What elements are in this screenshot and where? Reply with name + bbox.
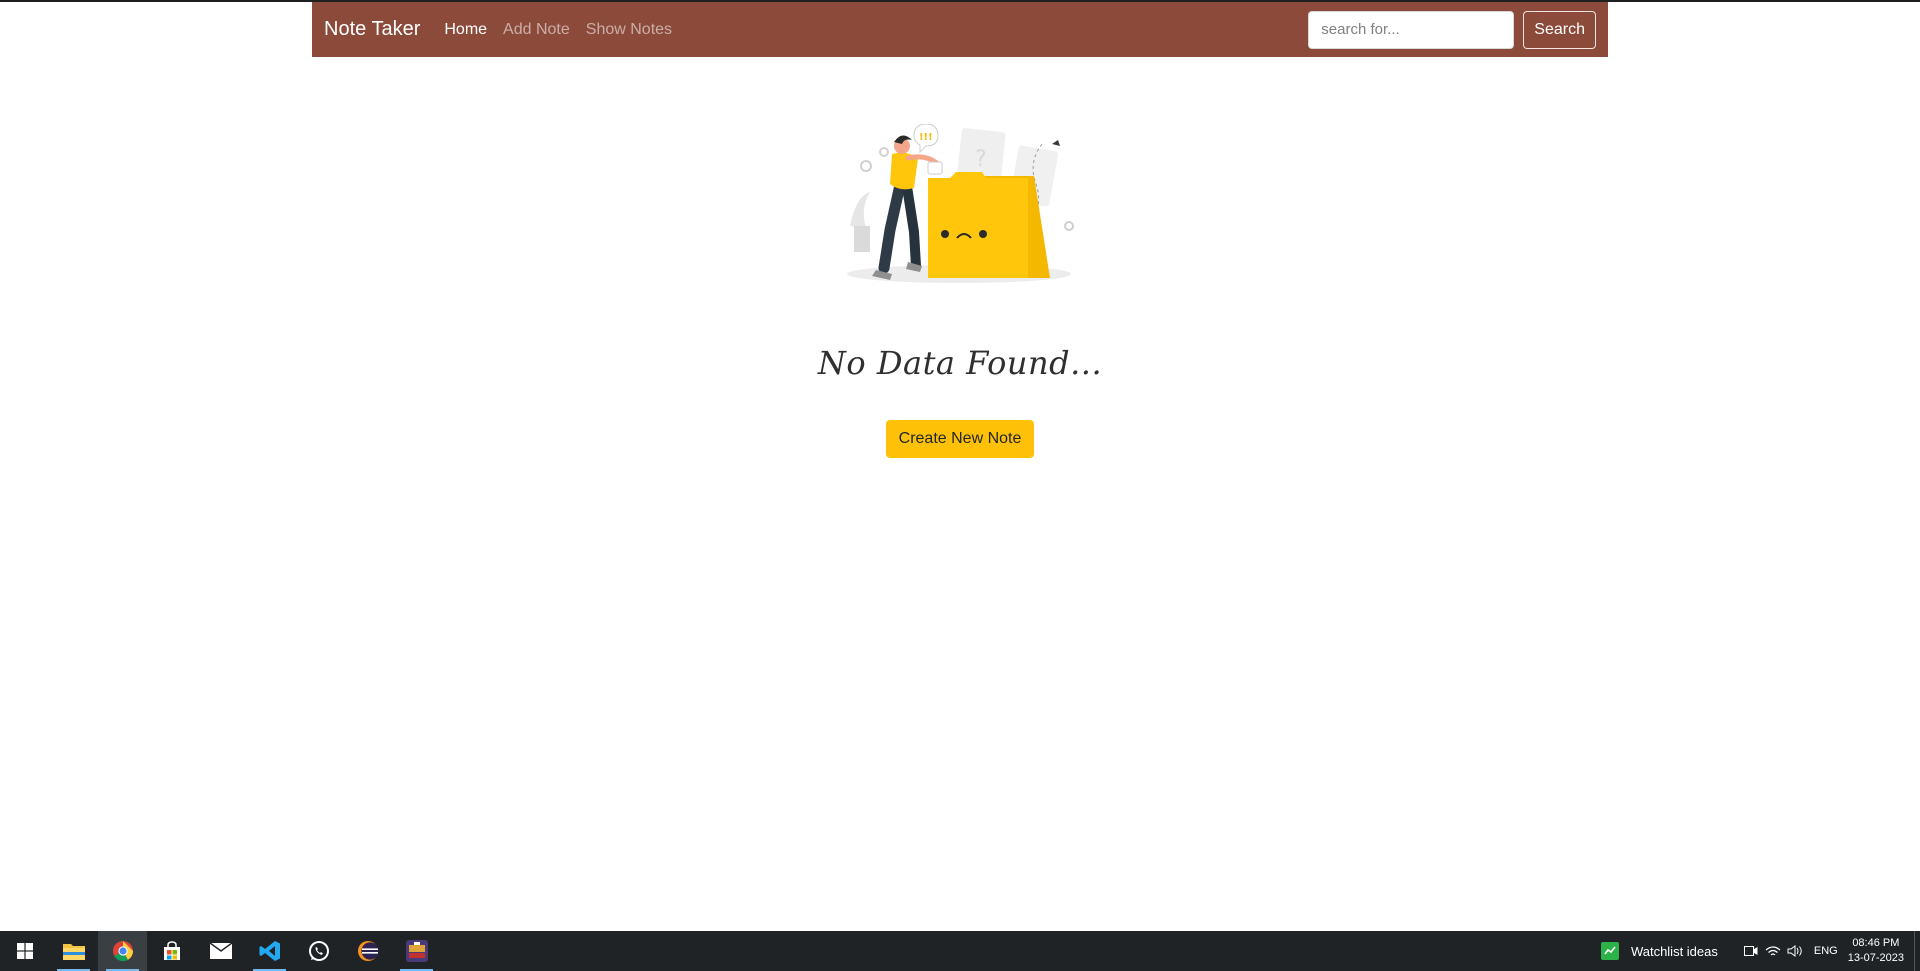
taskbar-file-explorer[interactable]: [49, 931, 98, 971]
taskbar-eclipse[interactable]: [343, 931, 392, 971]
empty-folder-illustration: ? !!!: [847, 124, 1074, 283]
network-icon: [1765, 946, 1781, 956]
clock-time: 08:46 PM: [1852, 937, 1900, 949]
chrome-icon: [112, 941, 133, 962]
browser-page: Note Taker Home Add Note Show Notes Sear…: [0, 0, 1920, 971]
camera-icon: [1743, 946, 1758, 956]
taskbar-chrome[interactable]: [98, 931, 147, 971]
wifi-icon[interactable]: [1762, 931, 1784, 971]
windows-taskbar: Watchlist ideas ENG 08:46 PM 13-07-2023: [0, 931, 1920, 971]
volume-icon[interactable]: [1784, 931, 1806, 971]
taskbar-vscode[interactable]: [245, 931, 294, 971]
svg-text:?: ?: [975, 147, 987, 172]
empty-state-message: No Data Found...: [817, 344, 1103, 382]
nav-link-add-note[interactable]: Add Note: [503, 21, 570, 39]
speaker-icon: [1787, 945, 1802, 957]
clock-date: 13-07-2023: [1847, 952, 1904, 964]
nav-link-show-notes[interactable]: Show Notes: [586, 21, 672, 39]
taskbar-game-app[interactable]: [392, 931, 441, 971]
file-explorer-icon: [62, 944, 85, 960]
nav-link-home[interactable]: Home: [444, 21, 487, 39]
search-button[interactable]: Search: [1523, 10, 1596, 49]
create-new-note-button[interactable]: Create New Note: [886, 420, 1034, 458]
taskbar-whatsapp[interactable]: [294, 931, 343, 971]
taskbar-microsoft-store[interactable]: [147, 931, 196, 971]
watchlist-widget[interactable]: Watchlist ideas: [1600, 942, 1718, 960]
taskbar-mail[interactable]: [196, 931, 245, 971]
microsoft-store-icon: [163, 941, 180, 960]
vscode-icon: [259, 941, 280, 961]
search-input[interactable]: [1308, 10, 1515, 49]
taskbar-clock[interactable]: 08:46 PM 13-07-2023: [1848, 936, 1904, 966]
whatsapp-icon: [308, 941, 329, 961]
system-tray: Watchlist ideas ENG 08:46 PM 13-07-2023: [1600, 931, 1920, 971]
stocks-widget-icon: [1600, 942, 1619, 960]
watchlist-label: Watchlist ideas: [1630, 943, 1718, 959]
mail-icon: [209, 943, 232, 959]
input-language[interactable]: ENG: [1814, 945, 1838, 957]
windows-start-icon: [16, 943, 33, 959]
meet-now-icon[interactable]: [1740, 931, 1762, 971]
show-desktop-button[interactable]: [1914, 931, 1920, 971]
start-button[interactable]: [0, 931, 49, 971]
navbar: Note Taker Home Add Note Show Notes Sear…: [312, 2, 1608, 57]
eclipse-icon: [357, 941, 379, 961]
navbar-brand[interactable]: Note Taker: [324, 18, 420, 41]
game-app-icon: [405, 940, 428, 962]
svg-text:!!!: !!!: [919, 132, 933, 143]
